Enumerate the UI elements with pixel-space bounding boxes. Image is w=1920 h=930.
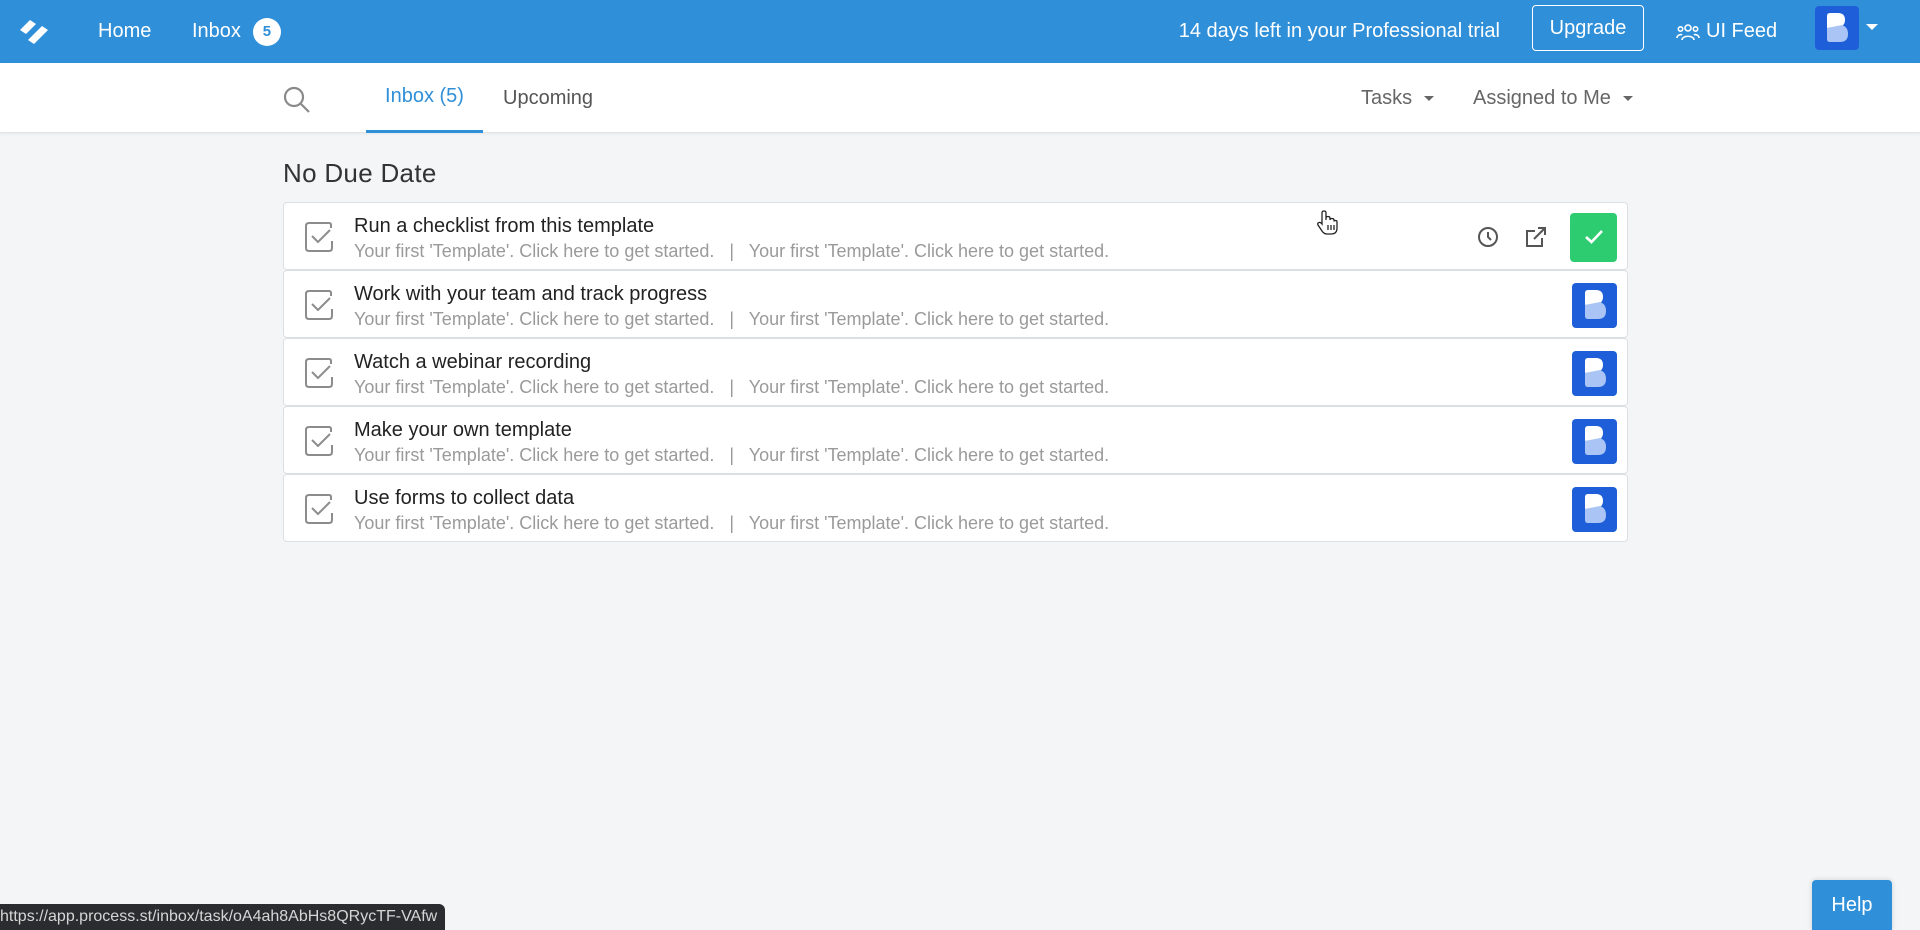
process-street-logo-icon[interactable]: [16, 12, 52, 48]
inbox-subnav: Inbox (5) Upcoming Tasks Assigned to Me: [0, 63, 1920, 133]
complete-task-button[interactable]: [1570, 212, 1617, 262]
task-actions: [1572, 349, 1617, 397]
assignee-avatar[interactable]: [1572, 350, 1617, 396]
task-list: Run a checklist from this template Your …: [283, 202, 1628, 542]
top-navbar: Home Inbox 5 14 days left in your Profes…: [0, 0, 1920, 63]
task-actions: [1572, 485, 1617, 533]
check-icon: [1584, 230, 1603, 244]
hand-cursor-icon: [1317, 210, 1338, 235]
task-title[interactable]: Make your own template: [354, 419, 572, 442]
inbox-count-badge: 5: [252, 17, 281, 46]
tasks-filter-dropdown[interactable]: Tasks: [1361, 63, 1435, 133]
task-title[interactable]: Run a checklist from this template: [354, 215, 654, 238]
task-title[interactable]: Watch a webinar recording: [354, 351, 591, 374]
avatar-icon: [1827, 13, 1848, 42]
task-actions: [1572, 417, 1617, 465]
assignee-avatar[interactable]: [1572, 486, 1617, 532]
task-title[interactable]: Work with your team and track progress: [354, 283, 707, 306]
task-checkbox-icon[interactable]: [304, 221, 336, 253]
users-icon: [1676, 23, 1700, 40]
nav-home-link[interactable]: Home: [98, 0, 151, 63]
task-subtitle: Your first 'Template'. Click here to get…: [354, 241, 1110, 261]
section-heading: No Due Date: [283, 158, 437, 188]
task-subtitle: Your first 'Template'. Click here to get…: [354, 445, 1110, 465]
nav-inbox-label: Inbox: [192, 20, 241, 42]
avatar-icon: [1584, 290, 1606, 319]
task-row[interactable]: Watch a webinar recording Your first 'Te…: [283, 338, 1628, 406]
avatar-icon: [1584, 494, 1606, 523]
task-actions: [1474, 212, 1617, 262]
trial-status-text: 14 days left in your Professional trial: [1178, 20, 1500, 42]
task-title[interactable]: Use forms to collect data: [354, 487, 574, 510]
task-row[interactable]: Make your own template Your first 'Templ…: [283, 406, 1628, 474]
tab-upcoming[interactable]: Upcoming: [503, 63, 593, 133]
user-avatar-button[interactable]: [1815, 6, 1859, 50]
task-checkbox-icon[interactable]: [304, 493, 336, 525]
ui-feed-label: UI Feed: [1706, 20, 1778, 42]
task-subtitle: Your first 'Template'. Click here to get…: [354, 513, 1110, 533]
status-bar-url: https://app.process.st/inbox/task/oA4ah8…: [0, 904, 446, 930]
help-button[interactable]: Help: [1812, 880, 1892, 930]
chevron-down-icon: [1424, 95, 1435, 101]
user-menu-caret-icon[interactable]: [1866, 24, 1878, 30]
assignee-filter-label: Assigned to Me: [1473, 86, 1611, 109]
upgrade-button[interactable]: Upgrade: [1532, 5, 1644, 51]
ui-feed-link[interactable]: UI Feed: [1676, 0, 1777, 63]
tasks-filter-label: Tasks: [1361, 86, 1413, 109]
search-icon[interactable]: [282, 85, 312, 115]
avatar-icon: [1584, 358, 1606, 387]
assignee-filter-dropdown[interactable]: Assigned to Me: [1473, 63, 1633, 133]
task-row[interactable]: Use forms to collect data Your first 'Te…: [283, 474, 1628, 542]
task-row[interactable]: Run a checklist from this template Your …: [283, 202, 1628, 270]
task-row[interactable]: Work with your team and track progress Y…: [283, 270, 1628, 338]
task-actions: [1572, 281, 1617, 329]
assignee-avatar[interactable]: [1572, 282, 1617, 328]
task-checkbox-icon[interactable]: [304, 357, 336, 389]
tab-inbox[interactable]: Inbox (5): [366, 63, 483, 133]
task-subtitle: Your first 'Template'. Click here to get…: [354, 309, 1110, 329]
task-checkbox-icon[interactable]: [304, 425, 336, 457]
task-subtitle: Your first 'Template'. Click here to get…: [354, 377, 1110, 397]
assignee-avatar[interactable]: [1572, 418, 1617, 464]
due-date-clock-icon[interactable]: [1474, 223, 1502, 251]
chevron-down-icon: [1622, 95, 1633, 101]
avatar-icon: [1584, 426, 1606, 455]
open-external-icon[interactable]: [1522, 223, 1550, 251]
task-checkbox-icon[interactable]: [304, 289, 336, 321]
nav-inbox-link[interactable]: Inbox 5: [192, 0, 281, 63]
